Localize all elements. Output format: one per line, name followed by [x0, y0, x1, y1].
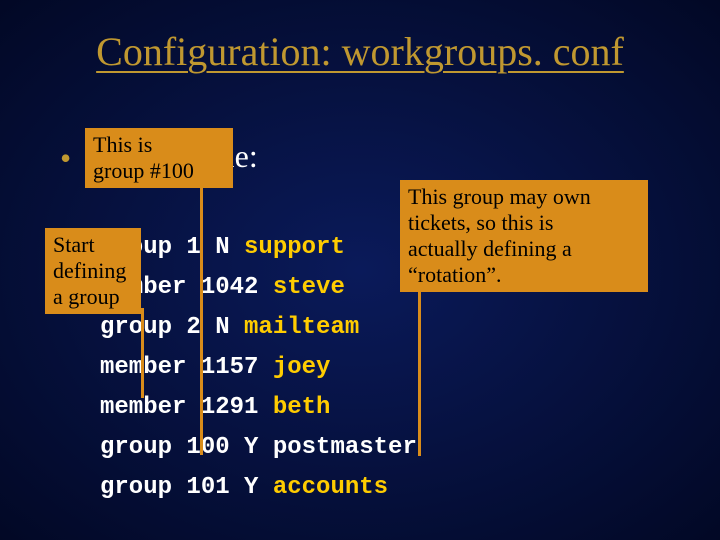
connector-line	[200, 185, 203, 455]
callout-line: actually defining a	[408, 236, 640, 262]
bullet-icon: •	[60, 140, 71, 177]
callout-line: tickets, so this is	[408, 210, 640, 236]
callout-line: defining	[53, 258, 133, 284]
callout-line: a group	[53, 284, 133, 310]
callout-line: Start	[53, 232, 133, 258]
connector-line	[141, 308, 144, 398]
code-line-7: group 101 Y accounts	[100, 474, 388, 501]
code-line-3: group 2 N mailteam	[100, 314, 359, 341]
callout-line: “rotation”.	[408, 262, 640, 288]
callout-line: This group may own	[408, 184, 640, 210]
callout-start-defining: Start defining a group	[45, 228, 141, 314]
code-line-6: group 100 Y postmaster	[100, 434, 417, 461]
connector-line	[418, 276, 421, 456]
callout-line: group #100	[93, 158, 225, 184]
code-line-4: member 1157 joey	[100, 354, 330, 381]
callout-rotation: This group may own tickets, so this is a…	[400, 180, 648, 292]
slide-title: Configuration: workgroups. conf	[0, 0, 720, 75]
callout-group-100: This is group #100	[85, 128, 233, 188]
callout-line: This is	[93, 132, 225, 158]
code-line-5: member 1291 beth	[100, 394, 330, 421]
code-block: group 1 N support member 1042 steve grou…	[100, 188, 417, 508]
